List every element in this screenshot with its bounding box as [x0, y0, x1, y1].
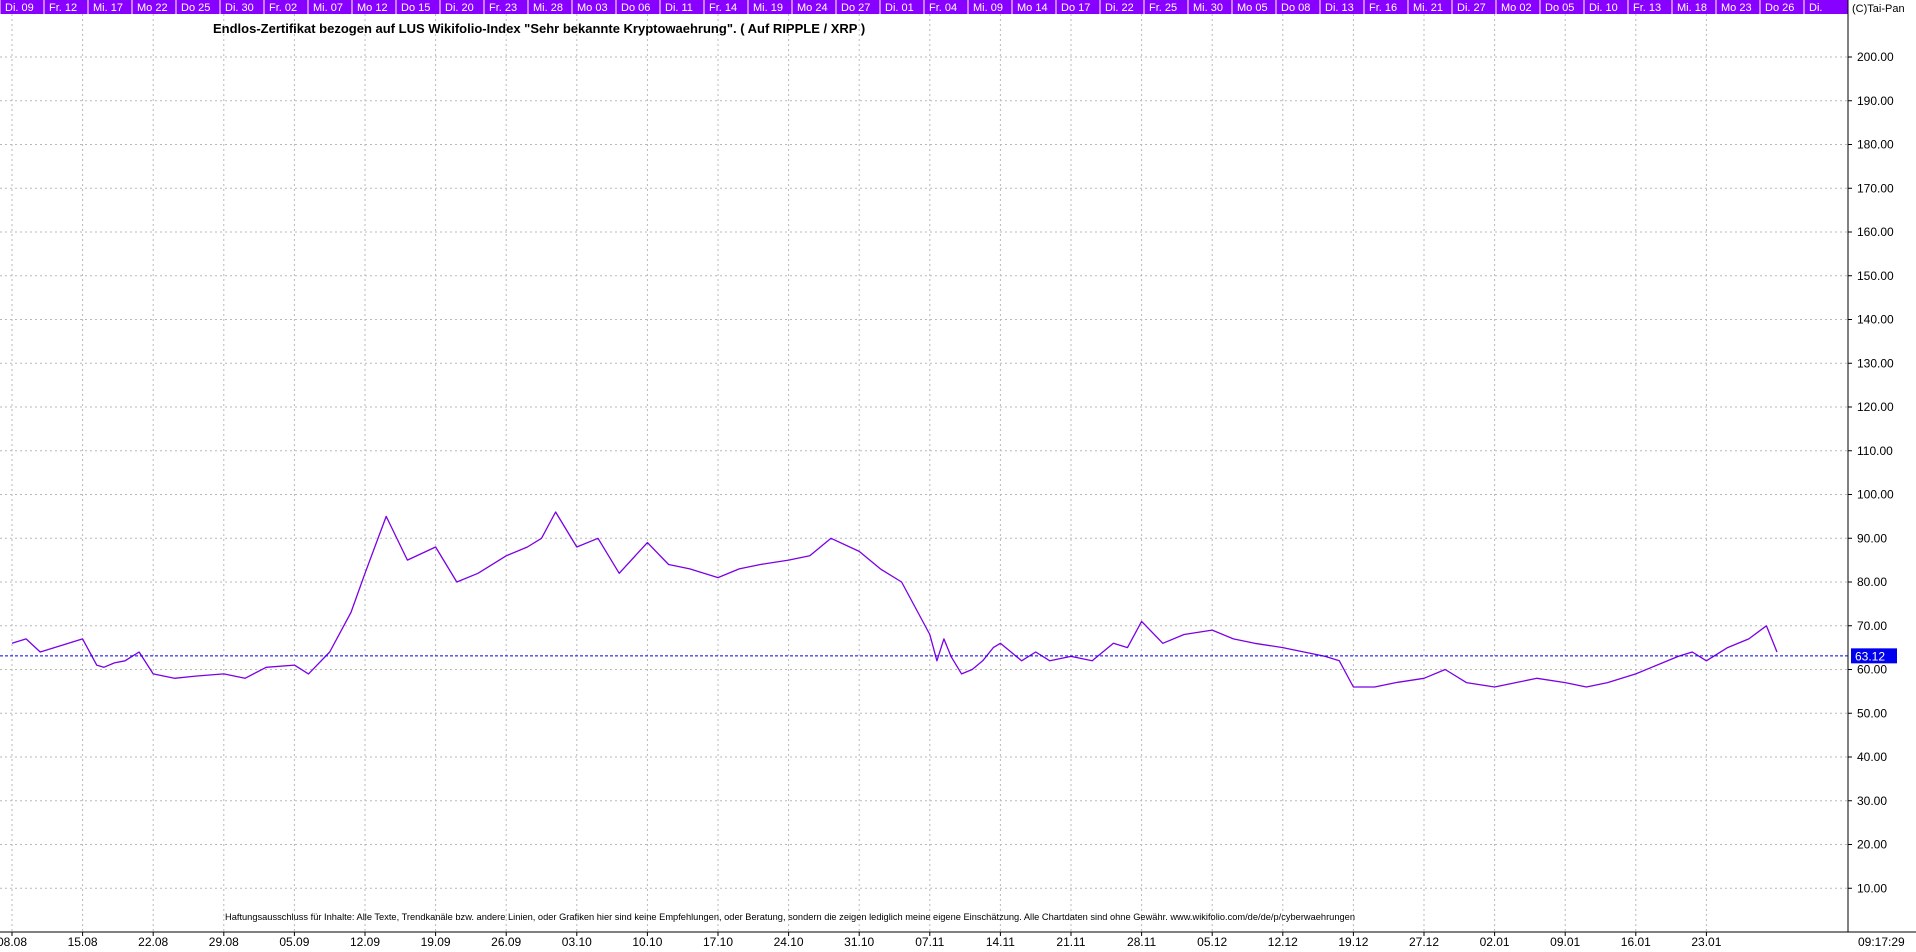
time-label: 09:17:29 — [1858, 935, 1905, 949]
top-date-label: Di. 27 — [1457, 2, 1486, 14]
x-tick-label: 08.08 — [0, 935, 27, 949]
top-date-label: Do 15 — [401, 2, 430, 14]
y-tick-label: 170.00 — [1857, 181, 1894, 195]
top-date-label: Do 27 — [841, 2, 870, 14]
last-value-label: 63.12 — [1855, 649, 1885, 663]
top-date-label: Di. 22 — [1105, 2, 1134, 14]
x-tick-label: 14.11 — [986, 935, 1015, 949]
x-tick-label: 31.10 — [844, 935, 874, 949]
top-date-label: Mi. 07 — [313, 2, 343, 14]
top-date-label: Do 08 — [1281, 2, 1310, 14]
x-tick-label: 26.09 — [491, 935, 521, 949]
x-tick-label: 23.01 — [1691, 935, 1721, 949]
y-tick-label: 40.00 — [1857, 750, 1887, 764]
x-tick-label: 22.08 — [138, 935, 168, 949]
x-tick-label: 21.11 — [1056, 935, 1085, 949]
copyright-label: (C)Tai-Pan — [1852, 3, 1905, 15]
x-tick-label: 29.08 — [209, 935, 239, 949]
top-date-label: Mi. 18 — [1677, 2, 1707, 14]
top-date-label: Mo 24 — [797, 2, 828, 14]
top-date-label: Mi. 28 — [533, 2, 563, 14]
top-date-label: Di. 01 — [885, 2, 914, 14]
x-tick-label: 15.08 — [68, 935, 98, 949]
chart-canvas: Di. 09 Fr. 12 Mi. 17 Mo 22 Do 25 Di. 30 Fr. 02… — [0, 0, 1916, 952]
x-tick-label: 19.09 — [421, 935, 451, 949]
top-date-label: Mo 23 — [1721, 2, 1752, 14]
y-tick-label: 150.00 — [1857, 269, 1894, 283]
y-tick-label: 110.00 — [1857, 444, 1893, 458]
top-date-label: Do 06 — [621, 2, 650, 14]
top-date-label: Mi. 19 — [753, 2, 783, 14]
top-date-label: Do 25 — [181, 2, 210, 14]
top-date-label: Mo 03 — [577, 2, 608, 14]
x-tick-label: 10.10 — [632, 935, 662, 949]
x-tick-label: 03.10 — [562, 935, 592, 949]
y-tick-label: 70.00 — [1857, 619, 1887, 633]
y-tick-label: 60.00 — [1857, 663, 1887, 677]
top-date-label: Fr. 02 — [269, 2, 297, 14]
y-tick-label: 20.00 — [1857, 838, 1887, 852]
top-date-label: Fr. 13 — [1633, 2, 1661, 14]
x-tick-label: 27.12 — [1409, 935, 1439, 949]
disclaimer-text: Haftungsausschluss für Inhalte: Alle Tex… — [225, 912, 1355, 923]
top-date-label: Mi. 09 — [973, 2, 1003, 14]
top-date-label: Do 17 — [1061, 2, 1090, 14]
top-date-label: Mo 22 — [137, 2, 168, 14]
y-tick-label: 10.00 — [1857, 881, 1887, 895]
x-tick-label: 09.01 — [1550, 935, 1580, 949]
top-date-label: Mo 12 — [357, 2, 388, 14]
y-tick-label: 160.00 — [1857, 225, 1894, 239]
y-tick-label: 50.00 — [1857, 706, 1887, 720]
y-tick-label: 100.00 — [1857, 488, 1894, 502]
top-date-label: Fr. 25 — [1149, 2, 1177, 14]
top-date-label: Di. 10 — [1589, 2, 1618, 14]
y-tick-label: 90.00 — [1857, 531, 1887, 545]
top-date-label: Di. 11 — [665, 2, 693, 14]
top-date-label: Fr. 23 — [489, 2, 517, 14]
top-date-labels: Di. 09 Fr. 12 Mi. 17 Mo 22 Do 25 Di. 30 Fr. 02… — [0, 0, 1822, 14]
x-tick-label: 05.09 — [279, 935, 309, 949]
x-tick-label: 02.01 — [1480, 935, 1510, 949]
top-date-label: Mi. 30 — [1193, 2, 1223, 14]
y-tick-label: 80.00 — [1857, 575, 1887, 589]
y-tick-label: 190.00 — [1857, 94, 1894, 108]
x-tick-label: 28.11 — [1127, 935, 1156, 949]
top-date-label: Di. 30 — [225, 2, 254, 14]
y-tick-label: 130.00 — [1857, 356, 1894, 370]
top-date-label: Fr. 14 — [709, 2, 737, 14]
y-tick-label: 140.00 — [1857, 313, 1894, 327]
top-date-label: Do 26 — [1765, 2, 1794, 14]
x-tick-label: 12.09 — [350, 935, 380, 949]
x-tick-label: 17.10 — [703, 935, 733, 949]
y-tick-label: 30.00 — [1857, 794, 1887, 808]
top-date-label: Do 05 — [1545, 2, 1574, 14]
top-date-label: Mi. 21 — [1413, 2, 1443, 14]
x-tick-label: 07.11 — [915, 935, 944, 949]
x-tick-label: 16.01 — [1621, 935, 1651, 949]
top-date-label: Mo 02 — [1501, 2, 1532, 14]
y-tick-label: 180.00 — [1857, 138, 1894, 152]
top-date-label: Fr. 04 — [929, 2, 957, 14]
top-date-label: Di. 13 — [1325, 2, 1354, 14]
x-tick-label: 24.10 — [774, 935, 804, 949]
top-date-label: Di. — [1809, 2, 1822, 14]
top-date-label: Mo 05 — [1237, 2, 1268, 14]
top-date-label: Fr. 16 — [1369, 2, 1397, 14]
top-date-label: Di. 20 — [445, 2, 474, 14]
x-tick-label: 12.12 — [1268, 935, 1298, 949]
chart-title: Endlos-Zertifikat bezogen auf LUS Wikifo… — [213, 21, 865, 36]
x-tick-label: 05.12 — [1197, 935, 1227, 949]
x-tick-label: 19.12 — [1338, 935, 1368, 949]
top-date-label: Fr. 12 — [49, 2, 77, 14]
y-tick-label: 200.00 — [1857, 50, 1894, 64]
y-tick-label: 120.00 — [1857, 400, 1894, 414]
top-date-label: Mo 14 — [1017, 2, 1048, 14]
top-date-label: Mi. 17 — [93, 2, 123, 14]
top-date-label: Di. 09 — [5, 2, 34, 14]
